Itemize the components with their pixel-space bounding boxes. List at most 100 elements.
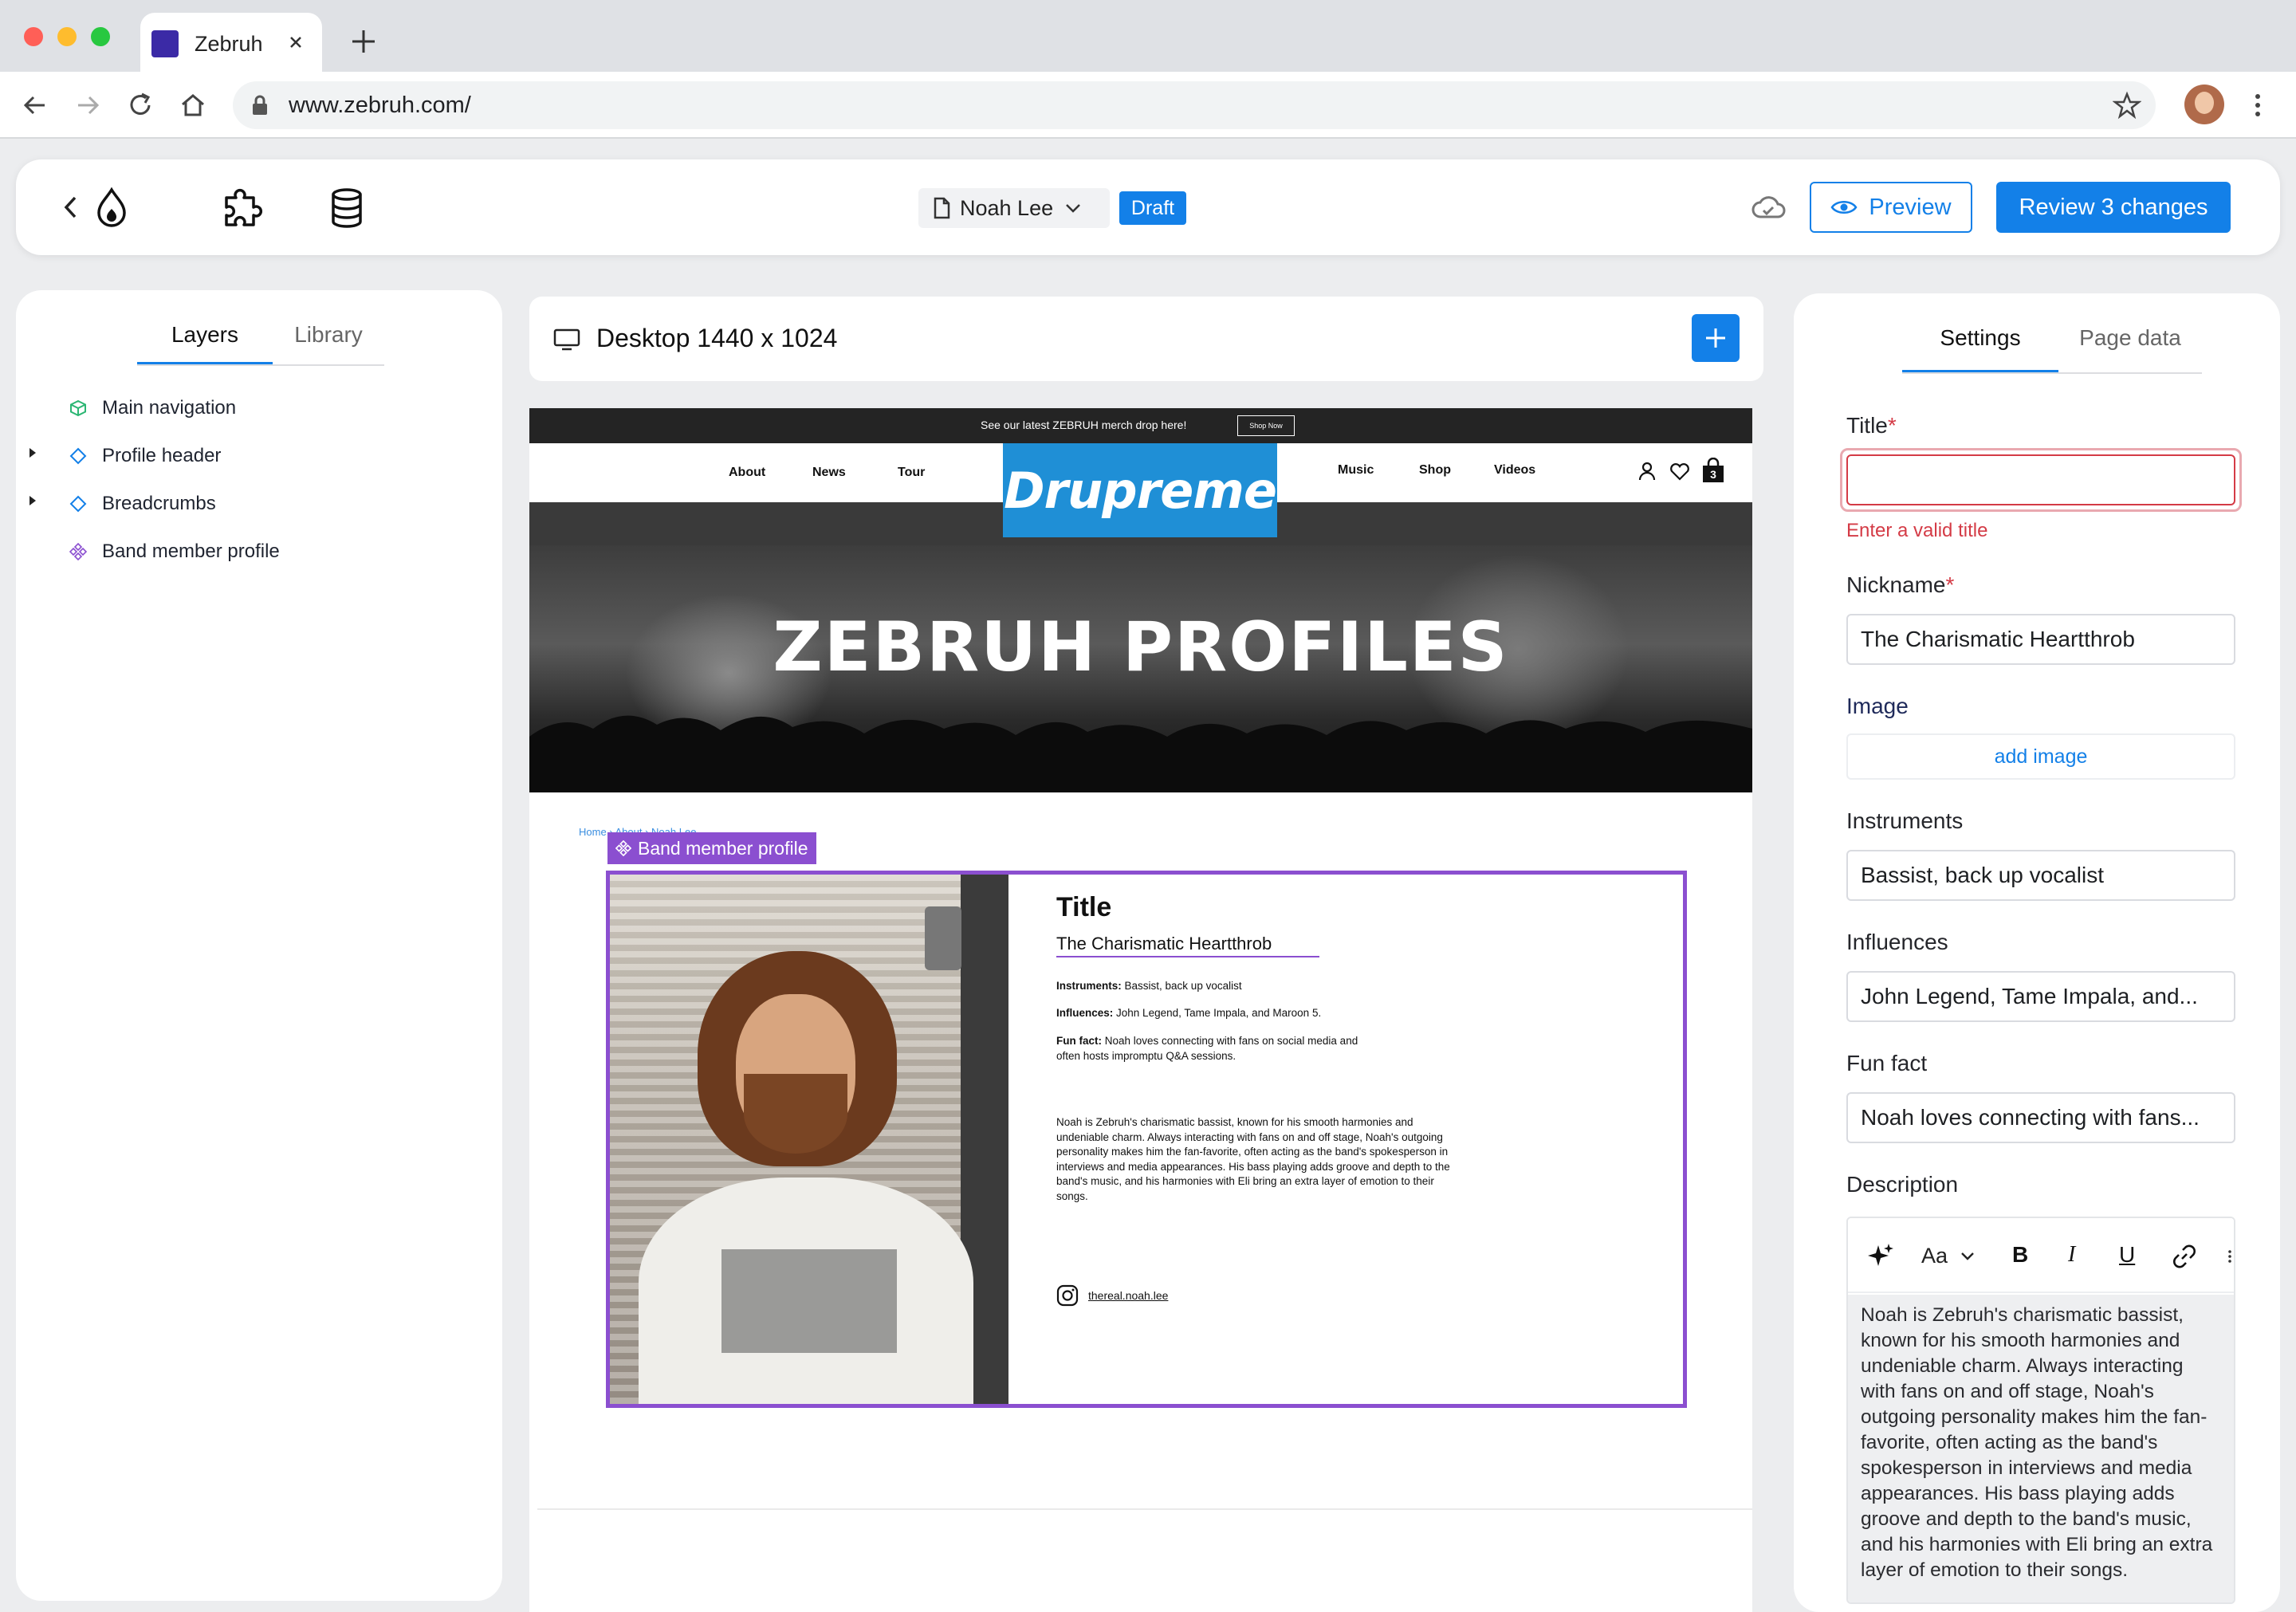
database-icon[interactable]	[328, 187, 365, 230]
band-member-profile[interactable]: Title The Charismatic Heartthrob Instrum…	[606, 871, 1687, 1408]
chevron-down-icon[interactable]	[1960, 1252, 1976, 1261]
tab-title: Zebruh	[195, 32, 263, 56]
wishlist-heart-icon[interactable]	[1669, 462, 1690, 482]
home-icon[interactable]	[177, 89, 209, 121]
description-label: Description	[1846, 1172, 1959, 1197]
layer-profile-header[interactable]: Profile header	[69, 440, 221, 472]
italic-icon[interactable]: I	[2068, 1242, 2075, 1268]
tab-settings[interactable]: Settings	[1902, 325, 2058, 351]
description-text[interactable]: Noah is Zebruh's charismatic bassist, kn…	[1848, 1295, 2234, 1602]
bold-icon[interactable]: B	[2012, 1242, 2028, 1268]
close-window-button[interactable]	[24, 27, 43, 46]
eye-icon	[1830, 199, 1858, 216]
layer-breadcrumbs[interactable]: Breadcrumbs	[69, 488, 216, 520]
expand-caret-icon[interactable]	[27, 446, 38, 459]
component-tag-label: Band member profile	[638, 837, 808, 859]
document-icon	[933, 197, 950, 219]
preview-button[interactable]: Preview	[1810, 182, 1972, 233]
diamond-icon	[69, 494, 88, 513]
drupal-drop-icon[interactable]	[94, 187, 129, 228]
instruments-input[interactable]: Bassist, back up vocalist	[1846, 850, 2235, 901]
diamond-icon	[69, 446, 88, 466]
layer-band-member-profile[interactable]: Band member profile	[69, 536, 280, 568]
profile-title: Title	[1056, 892, 1112, 922]
influences-label: Influences	[1846, 930, 1948, 954]
tab-library[interactable]: Library	[273, 322, 384, 348]
exit-chevron-icon[interactable]	[61, 193, 80, 222]
ai-sparkle-icon[interactable]	[1867, 1242, 1894, 1269]
add-component-button[interactable]	[1692, 314, 1740, 362]
nickname-label: Nickname*	[1846, 572, 1955, 597]
minimize-window-button[interactable]	[57, 27, 77, 46]
nav-link-music[interactable]: Music	[1338, 463, 1374, 478]
nav-link-about[interactable]: About	[729, 466, 765, 480]
influences-input[interactable]: John Legend, Tame Impala, and...	[1846, 971, 2235, 1022]
layer-label: Band member profile	[102, 541, 280, 562]
cart-bag-icon[interactable]: 3	[1701, 458, 1725, 483]
tab-page-data[interactable]: Page data	[2058, 325, 2202, 351]
rich-text-toolbar: Aa B I U	[1848, 1218, 2234, 1293]
expand-caret-icon[interactable]	[27, 494, 38, 507]
close-tab-icon[interactable]	[282, 29, 309, 56]
section-divider	[537, 1508, 1752, 1510]
fun-fact-input[interactable]: Noah loves connecting with fans...	[1846, 1092, 2235, 1143]
site-logo[interactable]: Drupreme	[1003, 443, 1277, 537]
profile-avatar[interactable]	[2184, 85, 2224, 124]
status-badge: Draft	[1119, 191, 1186, 225]
nickname-underline	[1056, 956, 1319, 957]
browser-tab-bar: Zebruh	[0, 0, 2296, 72]
add-image-button[interactable]: add image	[1846, 733, 2235, 780]
profile-bio: Noah is Zebruh's charismatic bassist, kn…	[1056, 1116, 1450, 1202]
page-selector[interactable]: Noah Lee	[918, 188, 1110, 228]
url-text: www.zebruh.com/	[289, 92, 471, 118]
layers-panel: Layers Library Main navigation Profile h…	[16, 290, 502, 1601]
font-style-menu[interactable]: Aa	[1921, 1244, 1948, 1268]
forward-arrow-icon[interactable]	[72, 89, 104, 121]
cart-count: 3	[1710, 468, 1716, 481]
nav-link-tour[interactable]: Tour	[898, 466, 925, 480]
preview-label: Preview	[1869, 194, 1952, 220]
component-icon	[69, 542, 88, 561]
chevron-down-icon	[1064, 202, 1082, 214]
tab-layers[interactable]: Layers	[137, 322, 273, 348]
more-options-icon[interactable]	[2227, 1248, 2234, 1264]
extensions-puzzle-icon[interactable]	[220, 187, 263, 230]
browser-menu-icon[interactable]	[2250, 89, 2266, 121]
nickname-input[interactable]: The Charismatic Heartthrob	[1846, 614, 2235, 665]
hero-banner: ZEBRUH PROFILES	[529, 545, 1752, 792]
nav-link-news[interactable]: News	[812, 466, 846, 480]
underline-icon[interactable]: U	[2119, 1242, 2135, 1268]
instagram-handle[interactable]: thereal.noah.lee	[1088, 1289, 1168, 1302]
image-label: Image	[1846, 694, 1909, 718]
cloud-sync-icon[interactable]	[1751, 193, 1786, 222]
review-changes-button[interactable]: Review 3 changes	[1996, 182, 2231, 233]
promo-bar: See our latest ZEBRUH merch drop here! S…	[529, 408, 1752, 443]
instruments-label: Instruments	[1846, 808, 1964, 833]
link-icon[interactable]	[2172, 1244, 2197, 1269]
bookmark-star-icon[interactable]	[2113, 91, 2141, 120]
title-input[interactable]	[1846, 454, 2235, 505]
layer-label: Profile header	[102, 445, 222, 466]
title-error-message: Enter a valid title	[1846, 520, 1988, 541]
favicon-icon	[151, 30, 179, 57]
nav-link-shop[interactable]: Shop	[1419, 463, 1451, 478]
viewport-header: Desktop 1440 x 1024	[529, 297, 1763, 381]
page-canvas[interactable]: See our latest ZEBRUH merch drop here! S…	[529, 408, 1752, 1612]
influences-line: Influences: John Legend, Tame Impala, an…	[1056, 1007, 1322, 1019]
layer-main-navigation[interactable]: Main navigation	[69, 392, 236, 424]
browser-tab[interactable]: Zebruh	[140, 13, 322, 72]
instagram-icon[interactable]	[1056, 1284, 1079, 1307]
nav-link-videos[interactable]: Videos	[1494, 463, 1535, 478]
user-account-icon[interactable]	[1637, 461, 1657, 482]
url-field[interactable]: www.zebruh.com/	[233, 81, 2156, 129]
shop-now-button[interactable]: Shop Now	[1237, 415, 1295, 436]
component-tag[interactable]: Band member profile	[607, 832, 816, 864]
description-editor[interactable]: Aa B I U Noah is Zebruh's charismatic ba…	[1846, 1217, 2235, 1604]
viewport-label[interactable]: Desktop 1440 x 1024	[596, 324, 837, 353]
maximize-window-button[interactable]	[91, 27, 110, 46]
back-arrow-icon[interactable]	[19, 89, 51, 121]
reload-icon[interactable]	[124, 89, 156, 121]
fun-fact-label: Fun fact	[1846, 1051, 1928, 1075]
browser-address-bar: www.zebruh.com/	[0, 72, 2296, 139]
new-tab-icon[interactable]	[348, 26, 379, 57]
